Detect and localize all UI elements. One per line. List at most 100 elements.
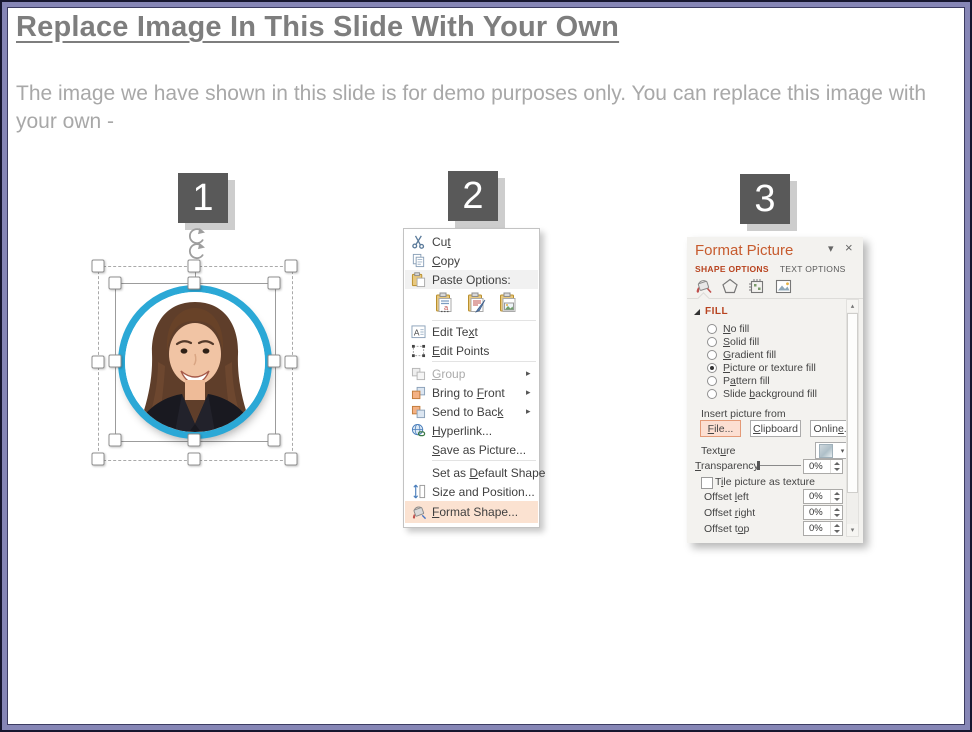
menu-item-cut[interactable]: Cut xyxy=(405,232,538,251)
step-badge-2: 2 xyxy=(448,171,498,221)
panel-separator xyxy=(687,298,863,299)
transparency-label: Transparency xyxy=(695,460,759,472)
paste-options-row: a xyxy=(432,290,521,316)
menu-item-label: Set as Default Shape xyxy=(432,466,545,480)
size-and-position-icon xyxy=(405,484,432,499)
selected-picture[interactable] xyxy=(118,285,272,439)
edit-points-icon xyxy=(405,344,432,358)
close-icon[interactable]: × xyxy=(845,240,853,255)
paste-as-picture-icon[interactable] xyxy=(496,290,521,316)
radio-slide-background-fill[interactable]: Slide background fill xyxy=(707,388,817,400)
selection-handle[interactable] xyxy=(92,260,105,273)
selection-handle[interactable] xyxy=(188,453,201,466)
spin-down-icon[interactable] xyxy=(831,497,842,504)
menu-item-label: Edit Points xyxy=(432,344,538,358)
radio-label: Picture or texture fill xyxy=(723,362,816,374)
scroll-up-icon[interactable]: ▴ xyxy=(847,300,858,312)
tab-text-options[interactable]: TEXT OPTIONS xyxy=(780,264,846,274)
selection-handle[interactable] xyxy=(92,453,105,466)
selection-handle[interactable] xyxy=(285,260,298,273)
insert-picture-from-label: Insert picture from xyxy=(701,408,786,420)
selection-handle[interactable] xyxy=(268,355,281,368)
radio-icon xyxy=(707,389,717,399)
radio-icon xyxy=(707,324,717,334)
radio-icon-selected xyxy=(707,363,717,373)
selection-handle[interactable] xyxy=(92,356,105,369)
paste-icon xyxy=(405,272,432,288)
panel-dropdown-icon[interactable]: ▾ xyxy=(828,242,834,255)
spin-down-icon[interactable] xyxy=(831,467,842,474)
menu-item-label: Paste Options: xyxy=(432,273,538,287)
context-menu: Cut Copy Paste Options: a xyxy=(403,228,540,528)
size-properties-icon[interactable] xyxy=(748,278,765,294)
spin-down-icon[interactable] xyxy=(831,529,842,536)
menu-item-edit-points[interactable]: Edit Points xyxy=(405,341,538,360)
radio-solid-fill[interactable]: Solid fill xyxy=(707,336,759,348)
step-number: 2 xyxy=(462,175,483,218)
collapse-triangle-icon xyxy=(694,309,700,315)
selection-handle[interactable] xyxy=(285,356,298,369)
radio-label: Gradient fill xyxy=(723,349,776,361)
effects-icon[interactable] xyxy=(722,278,738,294)
panel-title: Format Picture xyxy=(695,242,793,259)
menu-separator xyxy=(432,460,536,461)
menu-item-label: Group xyxy=(432,367,526,381)
selection-handle[interactable] xyxy=(268,277,281,290)
selection-handle[interactable] xyxy=(188,260,201,273)
selection-handle[interactable] xyxy=(109,277,122,290)
transparency-slider-handle[interactable] xyxy=(757,461,760,470)
spinner-value: 0% xyxy=(809,523,823,534)
page-description: The image we have shown in this slide is… xyxy=(16,80,954,136)
offset-left-spinner[interactable]: 0% xyxy=(803,489,843,504)
spin-down-icon[interactable] xyxy=(831,513,842,520)
scroll-down-icon[interactable]: ▾ xyxy=(847,524,858,536)
radio-label: Slide background fill xyxy=(723,388,817,400)
format-shape-icon xyxy=(405,505,432,520)
menu-item-send-to-back[interactable]: Send to Back ▸ xyxy=(405,402,538,421)
selection-handle[interactable] xyxy=(188,277,201,290)
radio-picture-or-texture-fill[interactable]: Picture or texture fill xyxy=(707,362,816,374)
menu-item-edit-text[interactable]: A Edit Text xyxy=(405,322,538,341)
panel-icon-row xyxy=(695,278,792,294)
file-button[interactable]: File... xyxy=(700,420,741,437)
menu-item-hyperlink[interactable]: Hyperlink... xyxy=(405,421,538,440)
menu-item-save-as-picture[interactable]: Save as Picture... xyxy=(405,440,538,459)
bring-to-front-icon xyxy=(405,386,432,400)
radio-gradient-fill[interactable]: Gradient fill xyxy=(707,349,776,361)
step-badge-3: 3 xyxy=(740,174,790,224)
paste-keep-source-formatting-icon[interactable]: a xyxy=(432,290,457,316)
radio-label: No fill xyxy=(723,323,749,335)
radio-no-fill[interactable]: No fill xyxy=(707,323,749,335)
selection-handle[interactable] xyxy=(109,355,122,368)
transparency-slider-track[interactable] xyxy=(760,465,801,466)
svg-text:A: A xyxy=(414,327,420,337)
submenu-arrow-icon: ▸ xyxy=(526,406,538,417)
selection-handle[interactable] xyxy=(268,434,281,447)
button-label: File... xyxy=(708,423,734,435)
tile-picture-checkbox[interactable] xyxy=(701,477,713,489)
menu-item-set-as-default-shape[interactable]: Set as Default Shape xyxy=(405,463,538,482)
menu-item-size-and-position[interactable]: Size and Position... xyxy=(405,482,538,501)
radio-pattern-fill[interactable]: Pattern fill xyxy=(707,375,770,387)
clipboard-button[interactable]: Clipboard xyxy=(750,420,801,437)
menu-item-bring-to-front[interactable]: Bring to Front ▸ xyxy=(405,383,538,402)
paste-use-destination-theme-icon[interactable] xyxy=(464,290,489,316)
menu-item-label: Save as Picture... xyxy=(432,443,538,457)
menu-item-label: Cut xyxy=(432,235,538,249)
panel-scrollbar[interactable]: ▴ ▾ xyxy=(846,299,859,537)
selection-handle[interactable] xyxy=(285,453,298,466)
fill-section-header[interactable]: FILL xyxy=(694,306,728,317)
offset-top-spinner[interactable]: 0% xyxy=(803,521,843,536)
transparency-spinner[interactable]: 0% xyxy=(803,459,843,474)
selection-handle[interactable] xyxy=(109,434,122,447)
menu-item-paste-options[interactable]: Paste Options: xyxy=(405,270,538,289)
tab-shape-options[interactable]: SHAPE OPTIONS xyxy=(695,264,769,274)
selection-handle[interactable] xyxy=(188,434,201,447)
menu-item-copy[interactable]: Copy xyxy=(405,251,538,270)
offset-right-spinner[interactable]: 0% xyxy=(803,505,843,520)
scrollbar-thumb[interactable] xyxy=(847,313,858,493)
texture-thumbnail xyxy=(819,444,833,458)
menu-item-format-shape[interactable]: Format Shape... xyxy=(405,501,538,523)
picture-icon[interactable] xyxy=(775,279,792,294)
panel-tabs: SHAPE OPTIONS TEXT OPTIONS xyxy=(695,264,846,274)
